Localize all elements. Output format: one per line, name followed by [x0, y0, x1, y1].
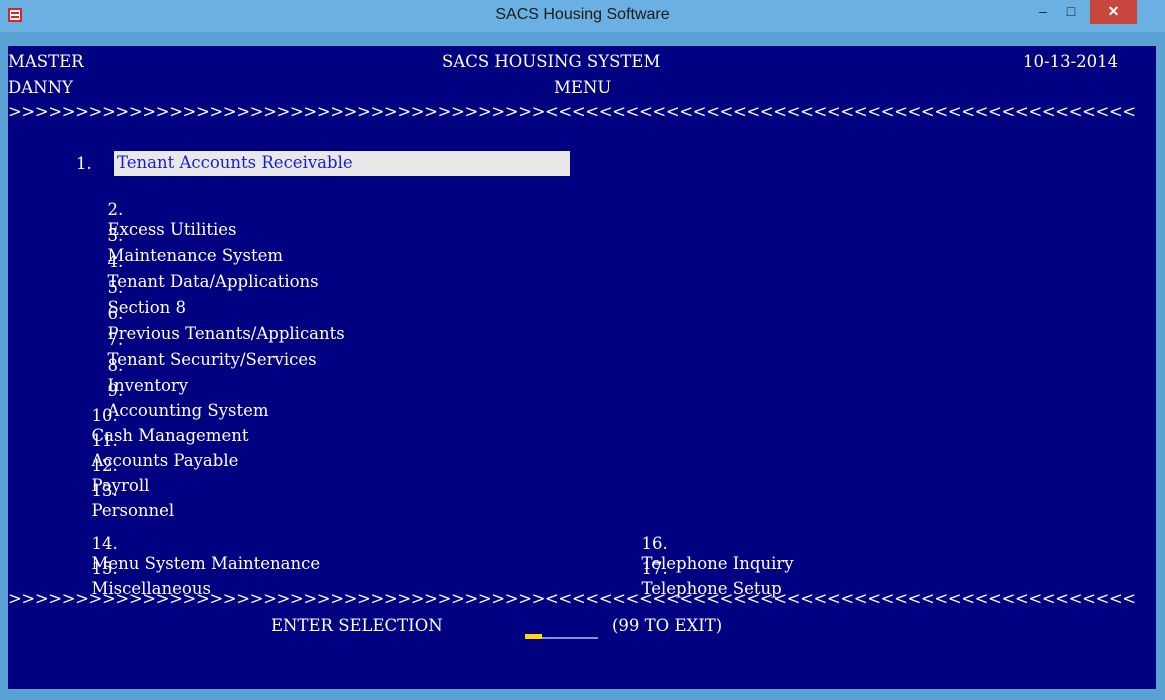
menu-item-11[interactable]: 11. Accounts Payable — [60, 411, 238, 470]
input-underline — [542, 637, 598, 639]
menu-item-4[interactable]: 4. Tenant Data/Applications — [76, 232, 318, 291]
menu-item-2[interactable]: 2. Excess Utilities — [76, 180, 236, 239]
header-system-title: SACS HOUSING SYSTEM — [442, 52, 661, 71]
menu-item-10[interactable]: 10. Cash Management — [60, 386, 248, 445]
window-title: SACS Housing Software — [495, 6, 670, 23]
separator-top: >>>>>>>>>>>>>>>>>>>>>>>>>>>>>>>>>>>>>>>>… — [8, 102, 1136, 121]
menu-item-number: 17. — [641, 559, 668, 578]
header-date: 10-13-2014 — [1023, 52, 1119, 71]
separator-bottom: >>>>>>>>>>>>>>>>>>>>>>>>>>>>>>>>>>>>>>>>… — [8, 589, 1136, 608]
menu-item-9[interactable]: 9. Accounting System — [76, 361, 268, 420]
menu-item-number: 15. — [91, 559, 118, 578]
close-button[interactable]: ✕ — [1090, 0, 1137, 24]
menu-item-7[interactable]: 7. Tenant Security/Services — [76, 310, 316, 369]
menu-item-1-highlight[interactable]: Tenant Accounts Receivable — [114, 151, 570, 176]
menu-item-14[interactable]: 14. Menu System Maintenance — [60, 514, 320, 573]
title-bar[interactable]: SACS Housing Software ‒ □ ✕ — [0, 0, 1165, 32]
header-screen-name: MENU — [554, 78, 612, 97]
menu-item-15[interactable]: 15. Miscellaneous — [60, 539, 210, 598]
header-user-name: DANNY — [8, 78, 73, 97]
prompt-hint: (99 TO EXIT) — [612, 616, 723, 635]
maximize-button[interactable]: □ — [1058, 0, 1084, 24]
text-cursor — [525, 634, 542, 639]
menu-item-number: 1. — [76, 154, 92, 173]
menu-item-number: 13. — [91, 481, 118, 500]
selection-input[interactable] — [528, 616, 598, 636]
menu-item-label: Tenant Accounts Receivable — [117, 153, 353, 172]
prompt-label: ENTER SELECTION — [271, 616, 443, 635]
minimize-button[interactable]: ‒ — [1030, 0, 1056, 24]
menu-item-3[interactable]: 3. Maintenance System — [76, 206, 283, 265]
terminal-screen[interactable]: MASTER SACS HOUSING SYSTEM 10-13-2014 DA… — [8, 46, 1156, 689]
menu-item-12[interactable]: 12. Payroll — [60, 436, 149, 495]
menu-item-6[interactable]: 6. Previous Tenants/Applicants — [76, 284, 344, 343]
menu-item-5[interactable]: 5. Section 8 — [76, 258, 186, 317]
menu-item-13[interactable]: 13. Personnel — [60, 461, 174, 520]
menu-item-17[interactable]: 17. Telephone Setup — [610, 539, 781, 598]
header-user-type: MASTER — [8, 52, 84, 71]
menu-item-8[interactable]: 8. Inventory — [76, 336, 188, 395]
menu-item-16[interactable]: 16. Telephone Inquiry — [610, 514, 793, 573]
app-window: SACS Housing Software ‒ □ ✕ MASTER SACS … — [0, 0, 1165, 700]
